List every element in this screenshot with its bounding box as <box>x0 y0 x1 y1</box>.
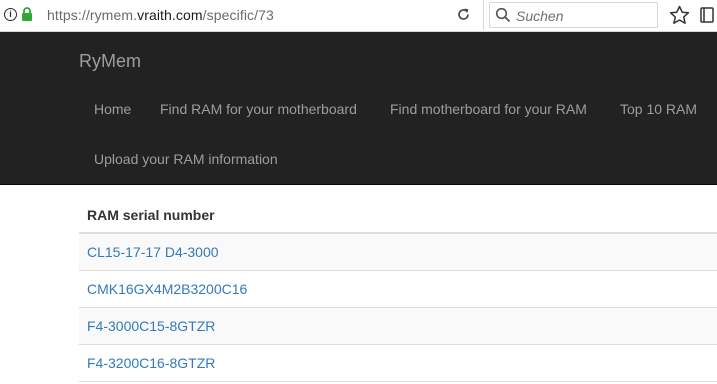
info-icon[interactable]: i <box>4 8 17 21</box>
browser-toolbar: i https://rymem.vraith.com/specific/73 S… <box>0 0 717 32</box>
bookmarks-menu-icon[interactable] <box>700 7 714 24</box>
serial-link[interactable]: CL15-17-17 D4-3000 <box>87 244 219 260</box>
site-brand[interactable]: RyMem <box>79 51 141 72</box>
url-text[interactable]: https://rymem.vraith.com/specific/73 <box>47 7 274 23</box>
search-box[interactable]: Suchen <box>489 2 658 28</box>
table-header: RAM serial number <box>79 185 717 234</box>
nav-link-upload[interactable]: Upload your RAM information <box>94 151 278 167</box>
search-icon <box>495 7 511 23</box>
search-placeholder: Suchen <box>516 8 564 24</box>
site-navbar: RyMem Home Find RAM for your motherboard… <box>0 32 717 185</box>
url-domain: vraith.com <box>137 7 203 23</box>
nav-link-find-motherboard[interactable]: Find motherboard for your RAM <box>390 101 587 117</box>
serial-link[interactable]: F4-3200C16-8GTZR <box>87 355 215 371</box>
nav-link-home[interactable]: Home <box>94 101 131 117</box>
url-prefix: https://rymem. <box>47 7 138 23</box>
reload-icon[interactable] <box>455 6 472 23</box>
nav-link-find-ram[interactable]: Find RAM for your motherboard <box>160 101 357 117</box>
address-bar[interactable]: i https://rymem.vraith.com/specific/73 <box>0 0 484 30</box>
nav-link-top-10[interactable]: Top 10 RAM <box>620 101 697 117</box>
table-row: CL15-17-17 D4-3000 <box>79 234 717 271</box>
bookmark-star-icon[interactable] <box>669 5 690 25</box>
table-row: F4-3200C16-8GTZR <box>79 345 717 382</box>
table-row: CMK16GX4M2B3200C16 <box>79 271 717 308</box>
serial-link[interactable]: CMK16GX4M2B3200C16 <box>87 281 247 297</box>
serial-link[interactable]: F4-3000C15-8GTZR <box>87 318 215 334</box>
lock-icon[interactable] <box>21 7 33 21</box>
column-header-serial: RAM serial number <box>87 207 215 223</box>
url-path: /specific/73 <box>202 7 274 23</box>
table-row: F4-3000C15-8GTZR <box>79 308 717 345</box>
